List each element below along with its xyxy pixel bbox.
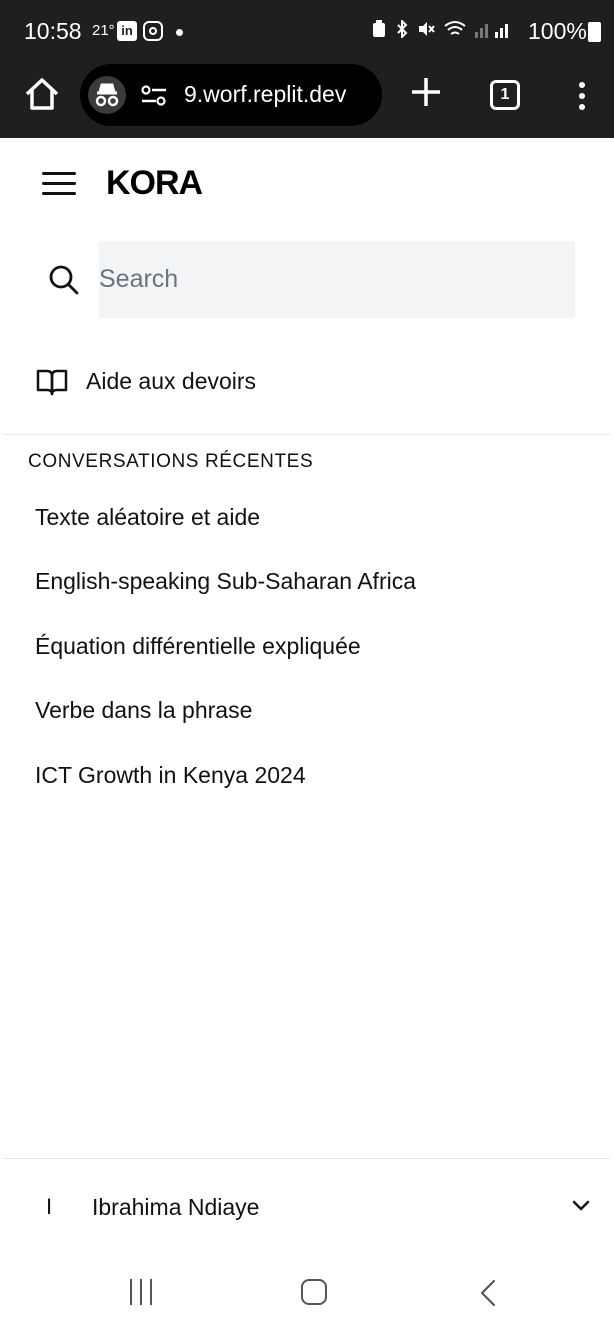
- mute-icon: [419, 22, 436, 36]
- notification-dot-icon: [176, 29, 183, 36]
- recent-conversations-heading: CONVERSATIONS RÉCENTES: [28, 451, 314, 472]
- divider: [4, 1158, 610, 1159]
- search-input[interactable]: [99, 241, 575, 318]
- system-status-icons: [372, 18, 511, 41]
- search-icon: [49, 265, 79, 295]
- battery-saver-icon: [373, 20, 385, 37]
- new-tab-icon[interactable]: [408, 74, 444, 110]
- conversation-item[interactable]: Verbe dans la phrase: [35, 697, 252, 724]
- conversation-item[interactable]: ICT Growth in Kenya 2024: [35, 762, 306, 789]
- recent-apps-icon[interactable]: [128, 1279, 158, 1307]
- incognito-icon[interactable]: [88, 76, 126, 114]
- instagram-icon: [143, 21, 163, 41]
- wifi-icon: [444, 21, 466, 35]
- home-icon[interactable]: [22, 74, 62, 114]
- app-title: KORA: [106, 164, 203, 202]
- divider: [4, 434, 610, 435]
- battery-percentage: 100%: [528, 18, 587, 44]
- status-time: 10:58: [24, 18, 82, 44]
- conversation-item[interactable]: Texte aléatoire et aide: [35, 504, 260, 531]
- conversation-item[interactable]: Équation différentielle expliquée: [35, 633, 361, 660]
- signal-icon: [474, 24, 508, 38]
- more-options-icon[interactable]: [570, 78, 594, 114]
- browser-toolbar: 9.worf.replit.dev 1: [0, 60, 614, 138]
- status-temperature: 21°: [92, 22, 115, 39]
- linkedin-icon: in: [117, 21, 137, 41]
- back-icon[interactable]: [478, 1278, 498, 1308]
- book-open-icon[interactable]: [36, 367, 68, 397]
- avatar[interactable]: I: [46, 1194, 52, 1220]
- tab-switcher-button[interactable]: 1: [490, 80, 520, 110]
- home-nav-icon[interactable]: [301, 1279, 327, 1305]
- user-name[interactable]: Ibrahima Ndiaye: [92, 1194, 259, 1221]
- hamburger-menu-icon[interactable]: [42, 170, 78, 198]
- address-bar[interactable]: 9.worf.replit.dev: [80, 64, 382, 126]
- conversation-item[interactable]: English-speaking Sub-Saharan Africa: [35, 568, 416, 595]
- homework-help-link[interactable]: Aide aux devoirs: [86, 368, 256, 395]
- battery-icon: [588, 22, 601, 42]
- browser-chrome: 10:58 21° in 100% 9.worf.replit.dev 1: [0, 0, 614, 138]
- bluetooth-icon: [397, 18, 408, 40]
- site-settings-icon[interactable]: [140, 84, 168, 108]
- chevron-down-icon[interactable]: [571, 1198, 591, 1214]
- status-bar: 10:58 21° in 100%: [0, 0, 614, 60]
- url-text[interactable]: 9.worf.replit.dev: [184, 81, 346, 108]
